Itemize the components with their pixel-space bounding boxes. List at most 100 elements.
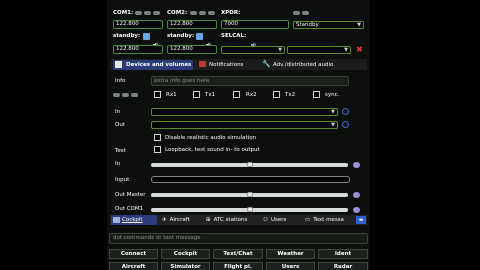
audio-tab-bar: Devices and volumes Notifications 🔧 Adv.…	[110, 59, 367, 70]
tab-atc-label: ATC stations	[213, 217, 248, 223]
sync-label: sync.	[325, 92, 340, 98]
tab-notifications[interactable]: Notifications	[198, 60, 258, 70]
tab-aircraft[interactable]: ✈ Aircraft	[160, 215, 202, 225]
tx2-checkbox[interactable]	[273, 91, 280, 98]
sync-checkbox[interactable]	[313, 91, 320, 98]
simulator-button[interactable]: Simulator	[161, 262, 210, 270]
input-device-select[interactable]: ▼	[151, 108, 338, 116]
selcal-code2-select[interactable]: ▼	[287, 46, 351, 54]
selcal-label: SELCAL:	[221, 33, 247, 39]
tab-advanced-audio[interactable]: 🔧 Adv./distributed audio	[261, 60, 361, 70]
radar-button[interactable]: Radar	[318, 262, 368, 270]
xpdr-code-input[interactable]: 7000	[221, 20, 289, 29]
reset-out-master-icon[interactable]	[353, 192, 360, 198]
input-volume-slider[interactable]	[151, 162, 348, 167]
input-level-meter	[151, 176, 350, 183]
out-com1-slider[interactable]	[151, 207, 348, 212]
tab-users[interactable]: ⚇ Users	[261, 215, 301, 225]
cockpit-button[interactable]: Cockpit	[161, 249, 210, 259]
com1-standby-label: standby:	[113, 33, 141, 39]
chevron-down-icon: ▼	[344, 47, 348, 53]
chevron-down-icon: ▼	[331, 122, 335, 128]
rx2-checkbox[interactable]	[233, 91, 240, 98]
out-master-label: Out Master	[115, 192, 146, 198]
disable-simulation-checkbox[interactable]	[154, 134, 161, 141]
reset-out-com1-icon[interactable]	[353, 207, 360, 213]
input-volume-knob[interactable]	[247, 162, 253, 167]
tab-aircraft-label: Aircraft	[169, 217, 190, 223]
tx1-label: Tx1	[205, 92, 216, 98]
com1-swap-icon[interactable]	[143, 33, 150, 40]
info-field[interactable]: extra info goes here	[151, 76, 349, 86]
tx1-checkbox[interactable]	[193, 91, 200, 98]
chevron-down-icon: ▼	[278, 47, 282, 53]
xpdr-toggle-b[interactable]	[302, 11, 309, 15]
com2-active-input[interactable]: 122.800	[167, 20, 217, 29]
main-tab-bar: Cockpit ✈ Aircraft ⊞ ATC stations ⚇ Users ▭…	[110, 215, 367, 225]
tab-notifications-label: Notifications	[209, 62, 244, 68]
reset-input-volume-icon[interactable]	[353, 162, 360, 168]
input-device-label: In	[115, 109, 121, 115]
notification-icon	[199, 61, 206, 67]
com1-toggle-a[interactable]	[135, 11, 142, 15]
out-master-knob[interactable]	[247, 192, 253, 197]
text-chat-button[interactable]: Text/Chat	[213, 249, 263, 259]
xpdr-mode-select[interactable]: Standby ▼	[293, 21, 364, 29]
com1-active-input[interactable]: 122.800	[113, 20, 163, 29]
com1-toggle-c[interactable]	[153, 11, 160, 15]
volume-toggle-a[interactable]	[113, 93, 120, 97]
aircraft-button[interactable]: Aircraft	[109, 262, 158, 270]
selcal-test-icon[interactable]	[251, 33, 257, 48]
chevron-down-icon: ▼	[357, 22, 361, 28]
com2-label: COM2:	[167, 10, 188, 16]
refresh-output-icon[interactable]	[342, 121, 349, 128]
selcal-code1-select[interactable]: ▼	[221, 46, 285, 54]
output-device-select[interactable]: ▼	[151, 121, 338, 129]
volume-toggle-b[interactable]	[122, 93, 129, 97]
screen: { "top": { "com1_label": "COM1:", "com2_…	[0, 0, 480, 270]
tab-text-messages[interactable]: ▭ Text messa	[303, 215, 355, 225]
out-master-slider[interactable]	[151, 192, 348, 197]
com2-toggle-b[interactable]	[199, 11, 206, 15]
clear-selcal-icon[interactable]: ✖	[356, 45, 363, 54]
com1-toggle-b[interactable]	[144, 11, 151, 15]
test-label: Test	[115, 148, 126, 154]
com2-standby-label: standby:	[167, 33, 195, 39]
loopback-checkbox[interactable]	[154, 146, 161, 153]
weather-button[interactable]: Weather	[266, 249, 315, 259]
cockpit-icon	[113, 216, 120, 223]
tab-cockpit[interactable]: Cockpit	[111, 215, 157, 225]
output-device-label: Out	[115, 122, 125, 128]
refresh-input-icon[interactable]	[342, 108, 349, 115]
volume-toggle-c[interactable]	[131, 93, 138, 97]
tab-users-label: Users	[270, 217, 287, 223]
loopback-label: Loopback, test sound in- to output	[165, 147, 260, 153]
users-icon: ⚇	[263, 217, 268, 223]
com1-standby-input[interactable]: 122.800	[113, 45, 163, 54]
com2-toggle-a[interactable]	[190, 11, 197, 15]
rx1-checkbox[interactable]	[154, 91, 161, 98]
com1-speaker-icon[interactable]	[153, 33, 159, 48]
airplane-icon: ✈	[162, 217, 167, 223]
tab-scroll-arrows[interactable]: ◂▸	[356, 216, 366, 224]
xpdr-toggle-a[interactable]	[293, 11, 300, 15]
tab-devices[interactable]: Devices and volumes	[113, 60, 193, 70]
tab-cockpit-label: Cockpit	[122, 217, 143, 223]
out-com1-knob[interactable]	[247, 207, 253, 212]
com1-label: COM1:	[113, 10, 134, 16]
rx2-label: Rx2	[246, 92, 257, 98]
flight-plan-button[interactable]: Flight pl.	[213, 262, 263, 270]
com2-toggle-c[interactable]	[208, 11, 215, 15]
tab-atc-stations[interactable]: ⊞ ATC stations	[204, 215, 258, 225]
disable-simulation-label: Disable realistic audio simulation	[165, 135, 257, 141]
tab-devices-label: Devices and volumes	[126, 62, 192, 68]
com2-swap-icon[interactable]	[196, 33, 203, 40]
com2-speaker-icon[interactable]	[206, 33, 212, 48]
tower-icon: ⊞	[206, 217, 211, 223]
ident-button[interactable]: Ident	[318, 249, 368, 259]
users-button[interactable]: Users	[266, 262, 315, 270]
command-line-input[interactable]: dot commands or text message	[109, 233, 368, 244]
connect-button[interactable]: Connect	[109, 249, 158, 259]
com2-standby-input[interactable]: 122.800	[167, 45, 217, 54]
info-label: Info	[115, 78, 126, 84]
